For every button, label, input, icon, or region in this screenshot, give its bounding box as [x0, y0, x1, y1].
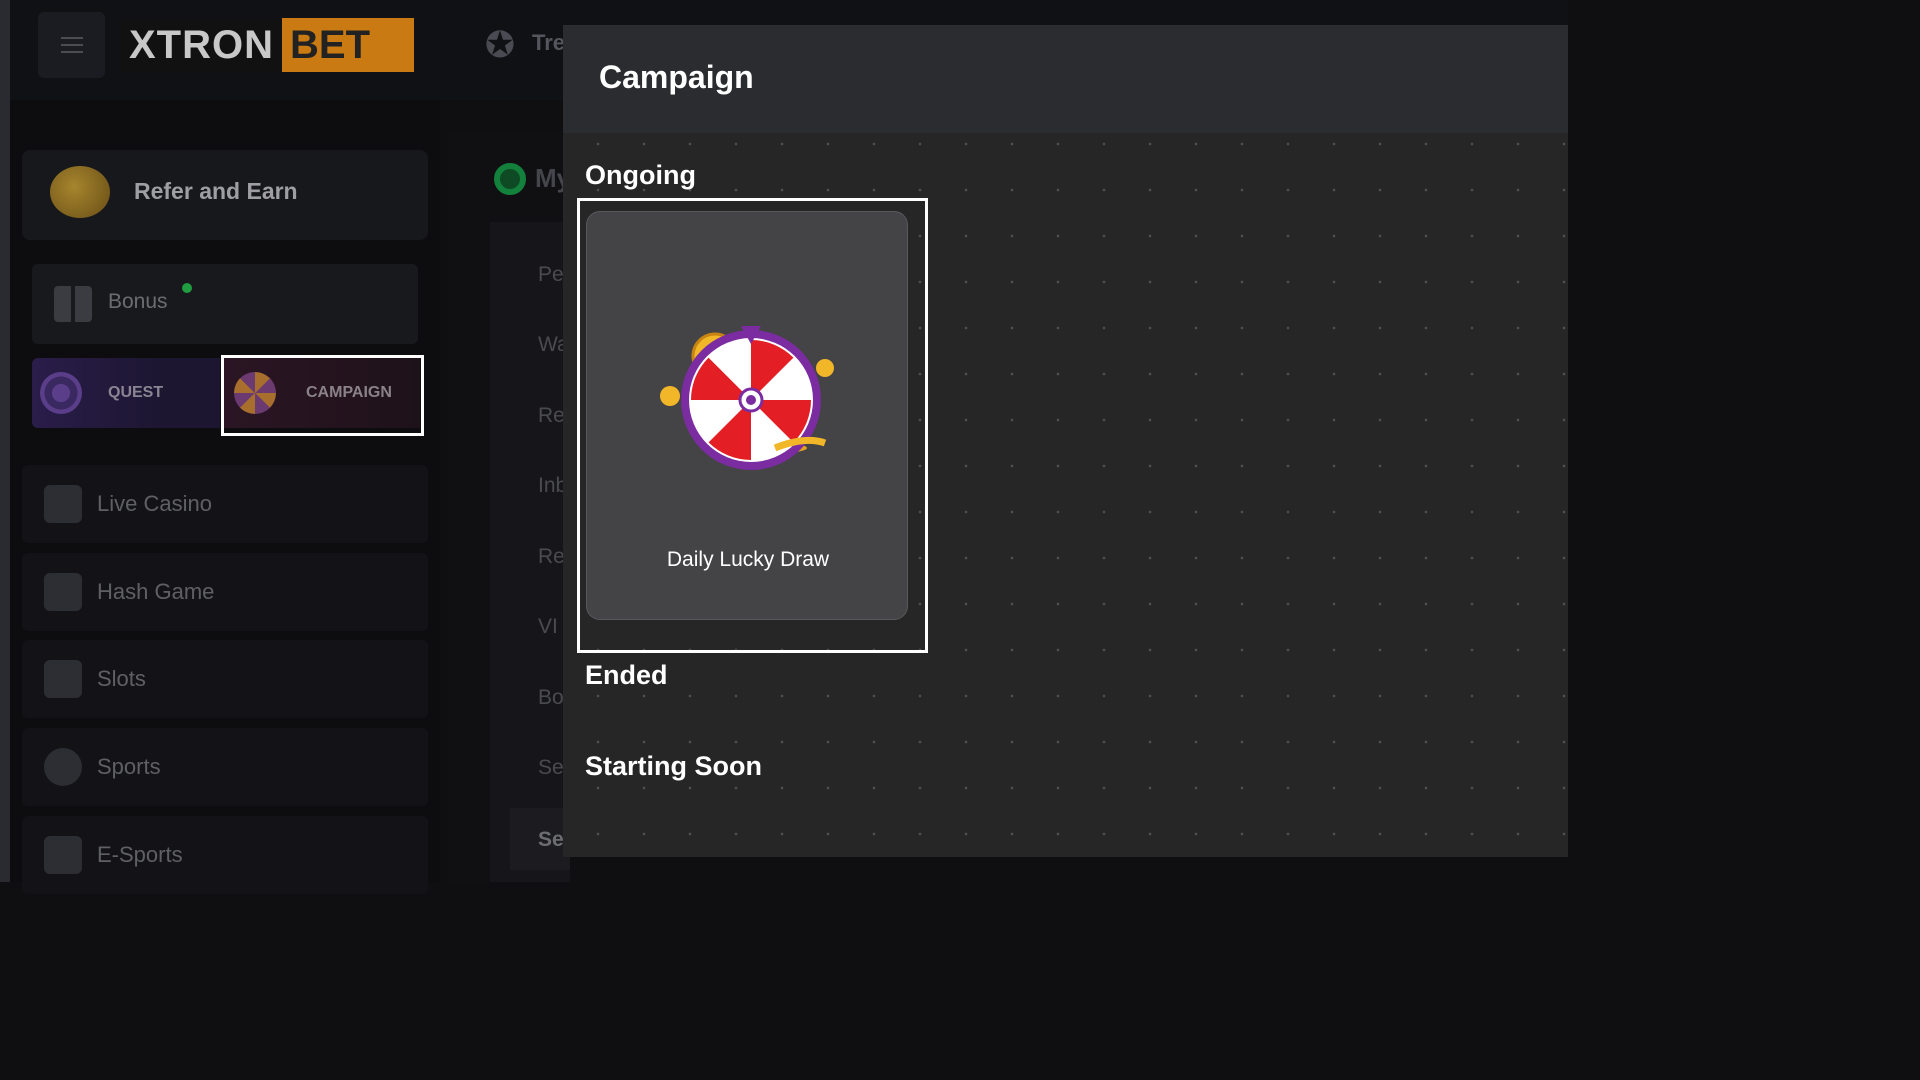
account-menu-item[interactable]: Pe	[538, 263, 564, 287]
bonus-item[interactable]: Bonus	[32, 264, 418, 344]
sidebar-item-label: Hash Game	[97, 579, 215, 604]
bonus-label: Bonus	[108, 290, 168, 313]
quest-button[interactable]: QUEST	[32, 358, 220, 428]
gift-icon	[54, 286, 92, 322]
campaign-card-title: Daily Lucky Draw	[666, 548, 830, 571]
campaign-card[interactable]: Daily Lucky Draw	[586, 211, 908, 620]
account-menu-item[interactable]: Re	[538, 404, 565, 428]
hamburger-icon	[60, 37, 83, 53]
left-edge	[0, 0, 10, 882]
sidebar-item-label: Sports	[97, 754, 161, 779]
sidebar-item-e-sports[interactable]: E-Sports	[22, 816, 428, 894]
highlight-box-campaign	[221, 355, 424, 436]
sidebar-item-label: Slots	[97, 666, 146, 691]
quest-label: QUEST	[108, 384, 164, 401]
modal-header: Campaign	[563, 25, 1568, 133]
refer-and-earn-banner[interactable]: Refer and Earn	[22, 150, 428, 240]
esports-sword-icon	[44, 836, 82, 874]
account-menu-item-selected[interactable]: Se	[510, 808, 570, 870]
account-menu-item[interactable]: Re	[538, 545, 565, 569]
basketball-icon	[44, 748, 82, 786]
slot-machine-icon	[44, 573, 82, 611]
modal-title: Campaign	[599, 59, 754, 95]
campaign-modal: Campaign Ongoing Daily Lucky Draw Ended …	[563, 25, 1568, 857]
top-nav-item[interactable]: Tre	[532, 30, 565, 56]
star-badge-icon[interactable]: ✪	[480, 25, 520, 65]
logo-text-xtron: XTRON	[121, 18, 282, 72]
account-menu-item[interactable]: Bo	[538, 686, 564, 710]
coins-icon	[50, 166, 110, 218]
seven-icon	[44, 660, 82, 698]
sidebar-item-sports[interactable]: Sports	[22, 728, 428, 806]
target-icon	[40, 372, 82, 414]
sidebar-item-label: Live Casino	[97, 491, 212, 516]
hexagon-icon	[494, 163, 526, 195]
sidebar-item-label: E-Sports	[97, 842, 183, 867]
logo-text-bet: BET	[282, 18, 414, 72]
menu-button[interactable]	[38, 12, 105, 78]
sidebar-item-live-casino[interactable]: Live Casino	[22, 465, 428, 543]
logo[interactable]: XTRON BET	[121, 18, 414, 72]
section-ended: Ended	[585, 660, 668, 690]
account-menu-item-label: Se	[538, 828, 564, 851]
sidebar-item-hash-game[interactable]: Hash Game	[22, 553, 428, 631]
section-starting-soon: Starting Soon	[585, 751, 762, 781]
section-ongoing: Ongoing	[585, 160, 696, 190]
sidebar-item-slots[interactable]: Slots	[22, 640, 428, 718]
account-menu-item[interactable]: Se	[538, 756, 564, 780]
prize-wheel-icon	[660, 326, 834, 470]
live-casino-icon	[44, 485, 82, 523]
refer-label: Refer and Earn	[134, 178, 298, 204]
notification-dot	[182, 283, 192, 293]
account-menu-item[interactable]: VI	[538, 615, 558, 639]
